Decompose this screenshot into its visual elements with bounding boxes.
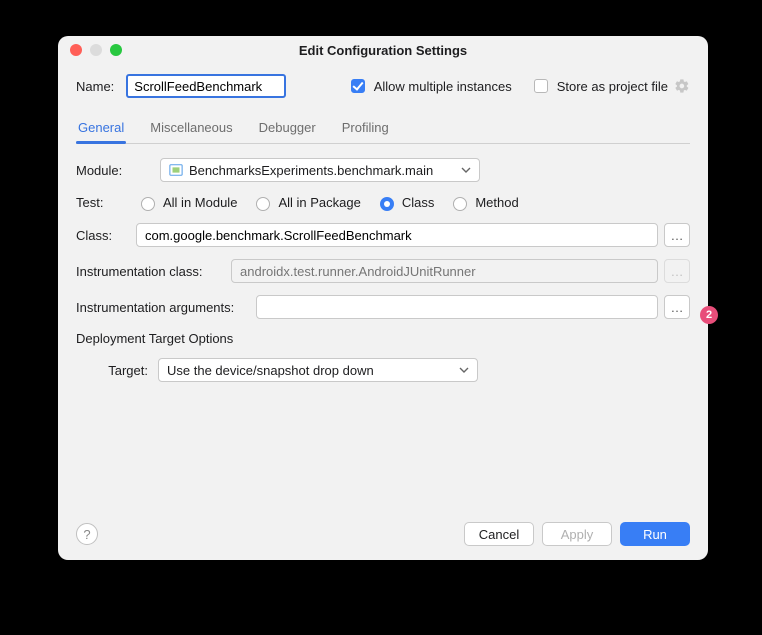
test-label: Test:: [76, 195, 136, 210]
instrumentation-args-label: Instrumentation arguments:: [76, 300, 256, 315]
radio-all-module[interactable]: [141, 197, 155, 211]
module-icon: [169, 163, 183, 177]
class-browse-button[interactable]: …: [664, 223, 690, 247]
module-value: BenchmarksExperiments.benchmark.main: [189, 163, 433, 178]
target-select[interactable]: Use the device/snapshot drop down: [158, 358, 478, 382]
tabs: General Miscellaneous Debugger Profiling: [76, 114, 690, 144]
test-row: Test: All in Module All in Package Class…: [76, 194, 690, 211]
tab-general[interactable]: General: [76, 114, 126, 143]
test-radio-group: All in Module All in Package Class Metho…: [136, 194, 519, 211]
class-row: Class: …: [76, 223, 690, 247]
module-select[interactable]: BenchmarksExperiments.benchmark.main: [160, 158, 480, 182]
run-button[interactable]: Run: [620, 522, 690, 546]
module-row: Module: BenchmarksExperiments.benchmark.…: [76, 158, 690, 182]
maximize-icon[interactable]: [110, 44, 122, 56]
radio-class[interactable]: [380, 197, 394, 211]
name-label: Name:: [76, 79, 114, 94]
target-row: Target: Use the device/snapshot drop dow…: [76, 358, 690, 382]
instrumentation-class-browse-button: …: [664, 259, 690, 283]
radio-all-package-label: All in Package: [278, 195, 360, 210]
content-area: Name: Allow multiple instances Store as …: [58, 64, 708, 560]
module-label: Module:: [76, 163, 136, 178]
tab-profiling[interactable]: Profiling: [340, 114, 391, 143]
minimize-icon: [90, 44, 102, 56]
instrumentation-class-row: Instrumentation class: …: [76, 259, 690, 283]
instrumentation-args-input[interactable]: [256, 295, 658, 319]
dialog-window: Edit Configuration Settings Name: Allow …: [58, 36, 708, 560]
radio-class-label: Class: [402, 195, 435, 210]
instrumentation-args-row: Instrumentation arguments: …: [76, 295, 690, 319]
window-title: Edit Configuration Settings: [299, 43, 467, 58]
allow-multiple-checkbox[interactable]: [351, 79, 365, 93]
instrumentation-args-browse-button[interactable]: …: [664, 295, 690, 319]
footer-buttons: Cancel Apply Run: [464, 522, 690, 546]
apply-button: Apply: [542, 522, 612, 546]
window-controls: [70, 44, 122, 56]
target-value: Use the device/snapshot drop down: [167, 363, 374, 378]
target-label: Target:: [76, 363, 158, 378]
close-icon[interactable]: [70, 44, 82, 56]
titlebar: Edit Configuration Settings: [58, 36, 708, 64]
class-input[interactable]: [136, 223, 658, 247]
deployment-section-title: Deployment Target Options: [76, 331, 690, 346]
chevron-down-icon: [459, 363, 469, 378]
store-project-row: Store as project file: [530, 76, 690, 96]
gear-icon[interactable]: [674, 78, 690, 94]
radio-method[interactable]: [453, 197, 467, 211]
tab-debugger[interactable]: Debugger: [257, 114, 318, 143]
notification-badge[interactable]: 2: [700, 306, 718, 324]
allow-multiple-label: Allow multiple instances: [374, 79, 512, 94]
tab-miscellaneous[interactable]: Miscellaneous: [148, 114, 234, 143]
cancel-button[interactable]: Cancel: [464, 522, 534, 546]
chevron-down-icon: [461, 163, 471, 178]
store-project-label: Store as project file: [557, 79, 668, 94]
radio-method-label: Method: [475, 195, 518, 210]
form-area: Module: BenchmarksExperiments.benchmark.…: [76, 144, 690, 394]
store-project-checkbox[interactable]: [534, 79, 548, 93]
instrumentation-class-input: [231, 259, 658, 283]
instrumentation-class-label: Instrumentation class:: [76, 264, 231, 279]
radio-all-module-label: All in Module: [163, 195, 237, 210]
name-input[interactable]: [126, 74, 286, 98]
help-button[interactable]: ?: [76, 523, 98, 545]
class-label: Class:: [76, 228, 136, 243]
footer: ? Cancel Apply Run: [76, 512, 690, 560]
name-row: Name: Allow multiple instances Store as …: [76, 74, 690, 98]
allow-multiple-row: Allow multiple instances: [347, 76, 512, 96]
radio-all-package[interactable]: [256, 197, 270, 211]
